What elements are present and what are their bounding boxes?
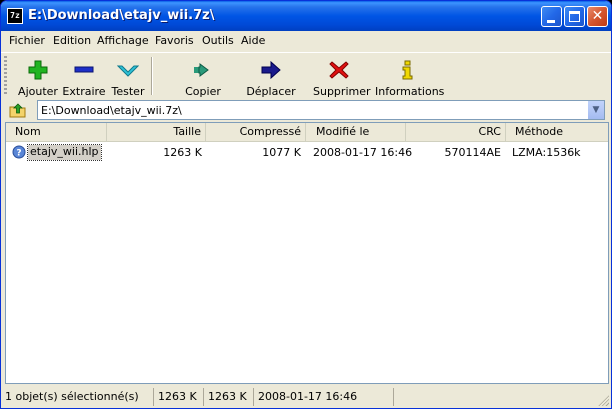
app-window: 7z E:\Download\etajv_wii.7z\ ✕ Fichier E… xyxy=(0,0,612,409)
menu-favoris[interactable]: Favoris xyxy=(155,34,194,47)
resize-grip[interactable] xyxy=(597,394,609,406)
file-crc: 570114AE xyxy=(444,146,501,159)
minimize-icon xyxy=(547,20,555,23)
column-header-size[interactable]: Taille xyxy=(107,123,206,142)
status-size: 1263 K xyxy=(153,388,203,406)
test-label: Tester xyxy=(111,85,145,98)
column-header-crc[interactable]: CRC xyxy=(406,123,506,142)
copy-label: Copier xyxy=(185,85,221,98)
app-7z-icon[interactable]: 7z xyxy=(7,8,23,24)
info-label: Informations xyxy=(375,85,445,98)
help-file-icon: ? xyxy=(12,145,26,159)
status-bar: 1 objet(s) sélectionné(s) 1263 K 1263 K … xyxy=(1,386,611,408)
maximize-button[interactable] xyxy=(564,6,585,27)
info-icon xyxy=(402,60,413,80)
column-header-name[interactable]: Nom xyxy=(6,123,107,142)
plus-icon xyxy=(28,60,48,80)
test-button[interactable]: Tester xyxy=(107,55,149,98)
chevron-down-icon: ▼ xyxy=(592,105,600,115)
column-header-packed[interactable]: Compressé xyxy=(206,123,306,142)
table-row[interactable]: ? etajv_wii.hlp 1263 K 1077 K 2008-01-17… xyxy=(6,144,608,161)
extract-label: Extraire xyxy=(62,85,106,98)
add-button[interactable]: Ajouter xyxy=(15,55,61,98)
menu-fichier[interactable]: Fichier xyxy=(9,34,45,47)
file-name[interactable]: etajv_wii.hlp xyxy=(27,144,102,161)
toolbar: Ajouter Extraire Tester Copier Déplacer … xyxy=(1,52,611,98)
menu-affichage[interactable]: Affichage xyxy=(97,34,149,47)
file-list[interactable]: Nom Taille Compressé Modifié le CRC Méth… xyxy=(5,122,609,384)
status-empty xyxy=(393,388,593,406)
close-icon: ✕ xyxy=(591,8,604,24)
svg-text:?: ? xyxy=(16,149,21,159)
toolbar-separator xyxy=(151,57,153,95)
menu-outils[interactable]: Outils xyxy=(202,34,234,47)
minimize-button[interactable] xyxy=(541,6,562,27)
minus-icon xyxy=(74,66,94,73)
move-arrow-icon xyxy=(261,60,281,80)
file-method: LZMA:1536k xyxy=(512,146,581,159)
check-chevron-icon xyxy=(117,65,139,77)
address-bar: E:\Download\etajv_wii.7z\ ▼ xyxy=(1,99,611,121)
maximize-icon xyxy=(569,11,580,22)
list-header: Nom Taille Compressé Modifié le CRC Méth… xyxy=(6,123,608,142)
file-packed-size: 1077 K xyxy=(262,146,301,159)
delete-label: Supprimer xyxy=(313,85,371,98)
folder-up-icon[interactable] xyxy=(9,101,27,119)
add-label: Ajouter xyxy=(18,85,58,98)
close-button[interactable]: ✕ xyxy=(587,6,608,27)
menu-aide[interactable]: Aide xyxy=(241,34,265,47)
menu-edition[interactable]: Edition xyxy=(53,34,91,47)
path-input[interactable]: E:\Download\etajv_wii.7z\ xyxy=(41,104,182,117)
move-label: Déplacer xyxy=(246,85,296,98)
status-selection: 1 objet(s) sélectionné(s) xyxy=(5,390,139,403)
info-button[interactable]: Informations xyxy=(375,55,445,98)
status-date: 2008-01-17 16:46 xyxy=(253,388,393,406)
title-bar[interactable]: 7z E:\Download\etajv_wii.7z\ ✕ xyxy=(1,1,611,31)
copy-arrow-icon xyxy=(194,63,209,77)
column-header-method[interactable]: Méthode xyxy=(506,123,608,142)
extract-button[interactable]: Extraire xyxy=(61,55,107,98)
move-button[interactable]: Déplacer xyxy=(245,55,297,98)
column-header-modified[interactable]: Modifié le xyxy=(306,123,406,142)
path-combobox[interactable]: E:\Download\etajv_wii.7z\ ▼ xyxy=(37,100,605,120)
path-dropdown-button[interactable]: ▼ xyxy=(587,101,604,119)
toolbar-grip[interactable] xyxy=(4,56,7,96)
window-title: E:\Download\etajv_wii.7z\ xyxy=(28,8,215,23)
delete-button[interactable]: Supprimer xyxy=(313,55,371,98)
status-size-2: 1263 K xyxy=(203,388,253,406)
delete-x-icon xyxy=(329,61,349,79)
file-modified: 2008-01-17 16:46 xyxy=(313,146,413,159)
menu-bar: Fichier Edition Affichage Favoris Outils… xyxy=(1,31,611,50)
file-size: 1263 K xyxy=(163,146,202,159)
copy-button[interactable]: Copier xyxy=(179,55,227,98)
